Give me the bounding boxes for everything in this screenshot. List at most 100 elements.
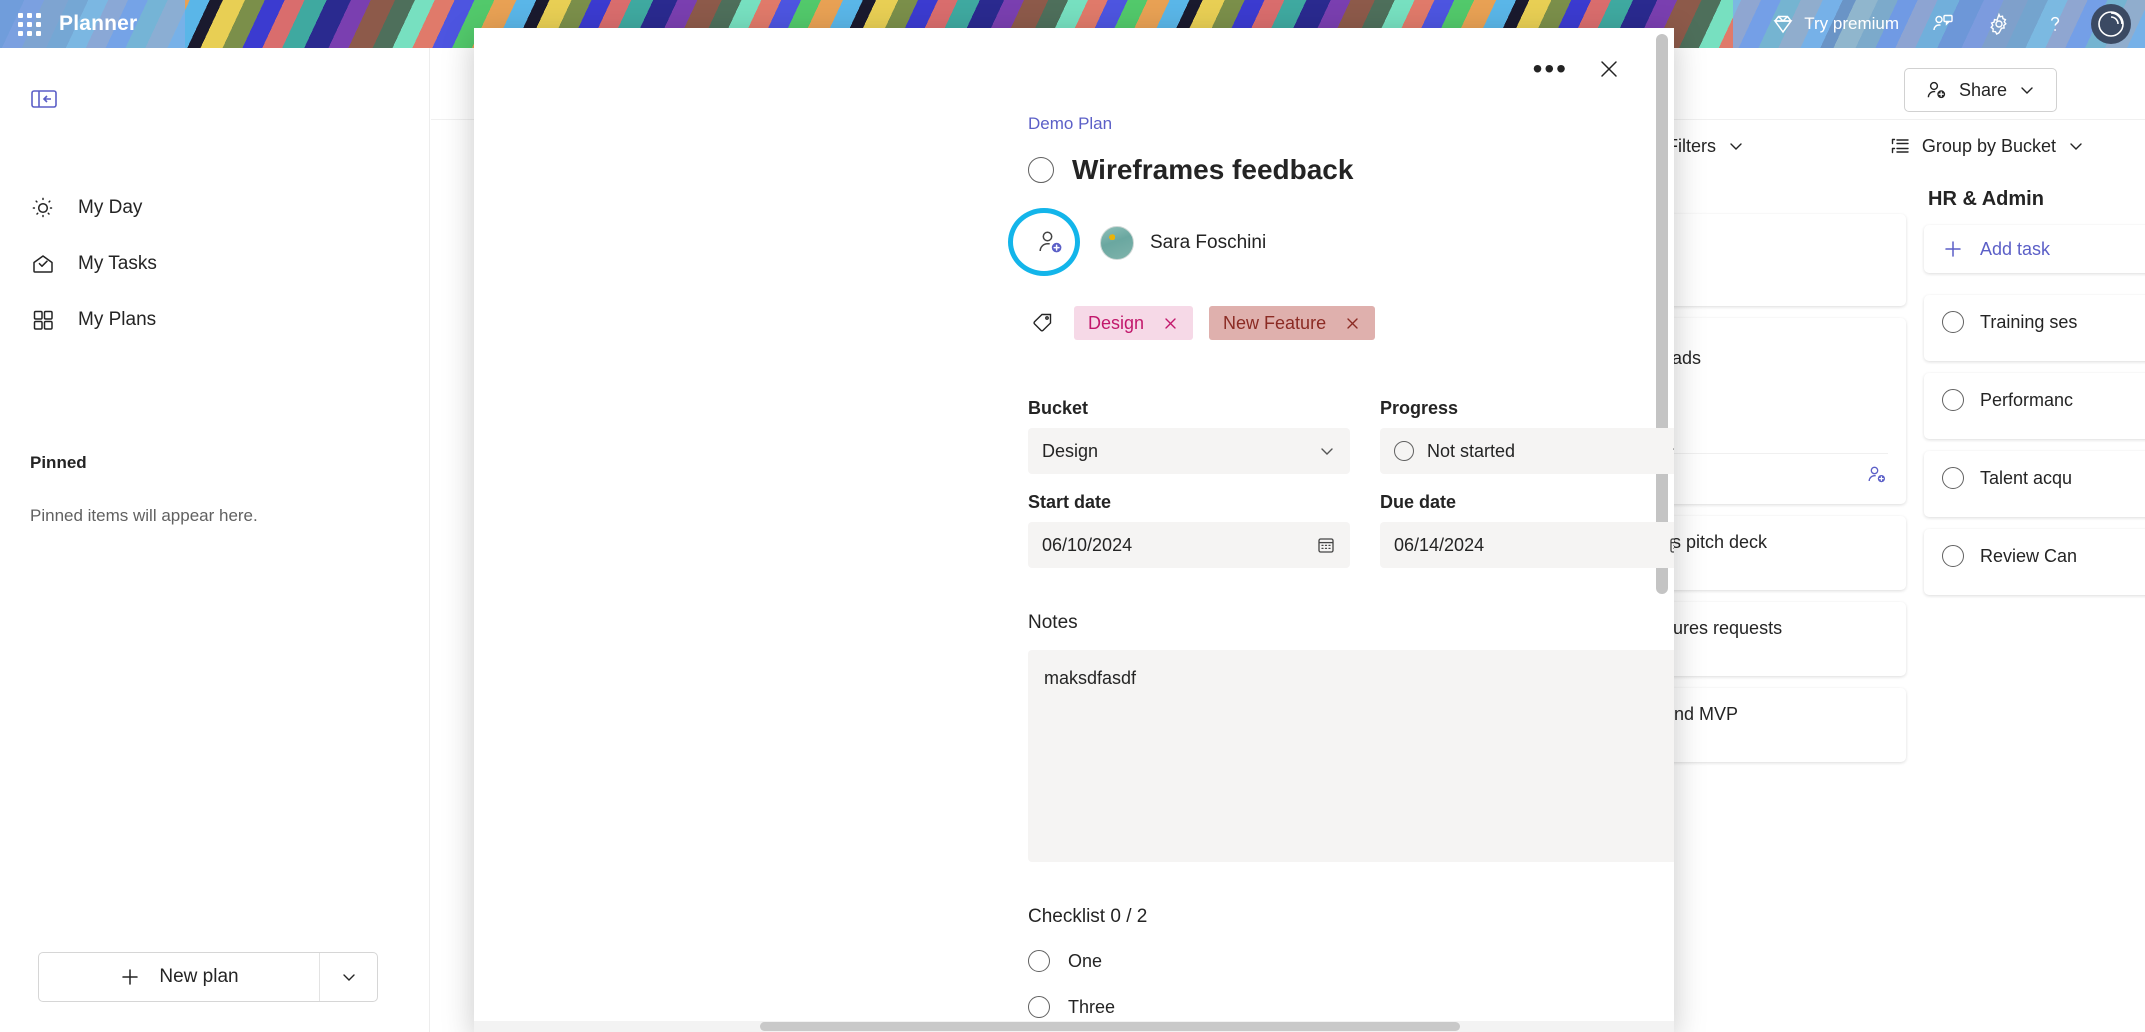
diamond-icon <box>1771 12 1795 36</box>
tag-icon[interactable] <box>1028 308 1058 338</box>
not-started-circle-icon <box>1394 441 1414 461</box>
add-task-button[interactable]: Add task <box>1924 225 2145 273</box>
task-complete-circle-icon[interactable] <box>1028 157 1054 183</box>
board-column-partial: leads les pitch deck <box>1640 188 1906 774</box>
share-button[interactable]: Share <box>1904 68 2057 112</box>
unchecked-circle-icon[interactable] <box>1028 950 1050 972</box>
user-avatar[interactable] <box>2091 4 2131 44</box>
assign-person-add-icon[interactable] <box>1866 464 1888 486</box>
chevron-down-icon <box>1318 442 1336 460</box>
sidebar-item-my-plans[interactable]: My Plans <box>0 292 430 348</box>
progress-select[interactable]: Not started <box>1380 428 1674 474</box>
unchecked-circle-icon[interactable] <box>1942 467 1964 489</box>
sidebar-nav: My Day My Tasks <box>0 180 430 348</box>
task-fields-grid: Bucket Progress Priority Design Not star… <box>1028 380 1674 568</box>
unchecked-circle-icon[interactable] <box>1942 545 1964 567</box>
checklist-item-text: One <box>1068 951 1102 972</box>
notes-label: Notes <box>1028 612 1078 634</box>
column-title: HR & Admin <box>1924 188 2145 211</box>
sun-icon <box>30 195 56 221</box>
plus-icon <box>119 966 141 988</box>
try-premium-button[interactable]: Try premium <box>1755 0 1915 48</box>
new-plan-dropdown-button[interactable] <box>319 953 377 1001</box>
checklist-label: Checklist 0 / 2 <box>1028 906 1147 928</box>
notes-section-header: Notes Show on card <box>1028 612 1674 634</box>
task-card[interactable]: Performanc <box>1924 373 2145 439</box>
collapse-panel-icon[interactable] <box>28 86 60 112</box>
due-date-input[interactable]: 06/14/2024 <box>1380 522 1674 568</box>
start-date-input[interactable]: 06/10/2024 <box>1028 522 1350 568</box>
new-plan-button-group: New plan <box>38 952 378 1002</box>
task-card[interactable]: -end MVP <box>1640 688 1906 762</box>
feedback-button[interactable] <box>1915 0 1971 48</box>
sidebar-item-my-day[interactable]: My Day <box>0 180 430 236</box>
label-chip-new-feature[interactable]: New Feature <box>1209 306 1375 340</box>
task-card[interactable]: Review Can <box>1924 529 2145 595</box>
checklist-section-header: Checklist 0 / 2 Show on card <box>1028 906 1674 928</box>
dialog-actions: ••• <box>1533 56 1622 82</box>
app-launcher-icon[interactable] <box>18 13 41 36</box>
assignee[interactable]: Sara Foschini <box>1100 226 1266 260</box>
avatar <box>1100 226 1134 260</box>
assign-button[interactable] <box>1028 220 1074 266</box>
try-premium-label: Try premium <box>1804 14 1899 34</box>
help-button[interactable] <box>2027 0 2083 48</box>
task-card[interactable]: Training ses <box>1924 295 2145 361</box>
unchecked-circle-icon[interactable] <box>1942 311 1964 333</box>
labels-row: Design New Feature <box>1028 306 1674 340</box>
add-task-label: Add task <box>1980 239 2050 260</box>
page-title: Wireframes feedback <box>1072 154 1353 186</box>
checklist-item[interactable]: One <box>1028 938 1674 984</box>
calendar-icon[interactable] <box>1668 535 1674 555</box>
label-chip-text: New Feature <box>1223 313 1326 334</box>
task-card-title: Talent acqu <box>1980 468 2072 489</box>
close-icon[interactable] <box>1596 56 1622 82</box>
unchecked-circle-icon[interactable] <box>1028 996 1050 1018</box>
tasks-inbox-icon <box>30 251 56 277</box>
close-icon[interactable] <box>1162 315 1179 332</box>
checklist-item-text: Three <box>1068 997 1115 1018</box>
grid-squares-icon <box>30 307 56 333</box>
new-plan-button[interactable]: New plan <box>39 953 319 1001</box>
app-header-left: Planner <box>0 0 185 48</box>
checklist-items: One Three <box>1028 938 1674 1030</box>
due-date-value: 06/14/2024 <box>1394 535 1484 556</box>
plan-breadcrumb-link[interactable]: Demo Plan <box>1028 114 1674 134</box>
chevron-down-icon <box>2018 81 2036 99</box>
task-card[interactable] <box>1640 214 1906 306</box>
settings-button[interactable] <box>1971 0 2027 48</box>
task-card[interactable]: leads <box>1640 318 1906 504</box>
task-card[interactable]: Talent acqu <box>1924 451 2145 517</box>
sidebar-item-my-tasks[interactable]: My Tasks <box>0 236 430 292</box>
sidebar-item-label: My Day <box>78 197 142 219</box>
task-card-title: Training ses <box>1980 312 2077 333</box>
notes-textarea[interactable]: maksdfasdf <box>1028 650 1674 862</box>
task-card-title: Performanc <box>1980 390 2073 411</box>
add-task-card[interactable]: Add task <box>1924 225 2145 273</box>
chevron-down-icon <box>340 968 358 986</box>
start-date-value: 06/10/2024 <box>1042 535 1132 556</box>
calendar-icon[interactable] <box>1316 535 1336 555</box>
assign-focus-highlight <box>1008 208 1080 276</box>
unchecked-circle-icon[interactable] <box>1942 389 1964 411</box>
bucket-select[interactable]: Design <box>1028 428 1350 474</box>
new-plan-label: New plan <box>159 966 238 988</box>
label-chip-design[interactable]: Design <box>1074 306 1193 340</box>
dialog-content: Demo Plan Wireframes feedback <box>1028 114 1674 1030</box>
assignee-name: Sara Foschini <box>1150 232 1266 254</box>
question-mark-icon <box>2043 12 2067 36</box>
group-list-icon <box>1889 135 1911 157</box>
task-detail-dialog: ••• Demo Plan Wireframes feedback <box>474 28 1674 1032</box>
more-options-icon[interactable]: ••• <box>1533 63 1568 75</box>
pinned-empty-text: Pinned items will appear here. <box>30 506 258 526</box>
task-card-title: -end MVP <box>1658 704 1888 725</box>
progress-label: Progress <box>1380 398 1674 419</box>
task-card-title: atures requests <box>1658 618 1888 639</box>
close-icon[interactable] <box>1344 315 1361 332</box>
task-card[interactable]: les pitch deck <box>1640 516 1906 590</box>
task-card[interactable]: atures requests <box>1640 602 1906 676</box>
filters-label: Filters <box>1667 136 1716 157</box>
group-by-bucket-button[interactable]: Group by Bucket <box>1889 135 2085 157</box>
checklist-item[interactable]: Three <box>1028 984 1674 1030</box>
progress-value: Not started <box>1427 441 1515 462</box>
